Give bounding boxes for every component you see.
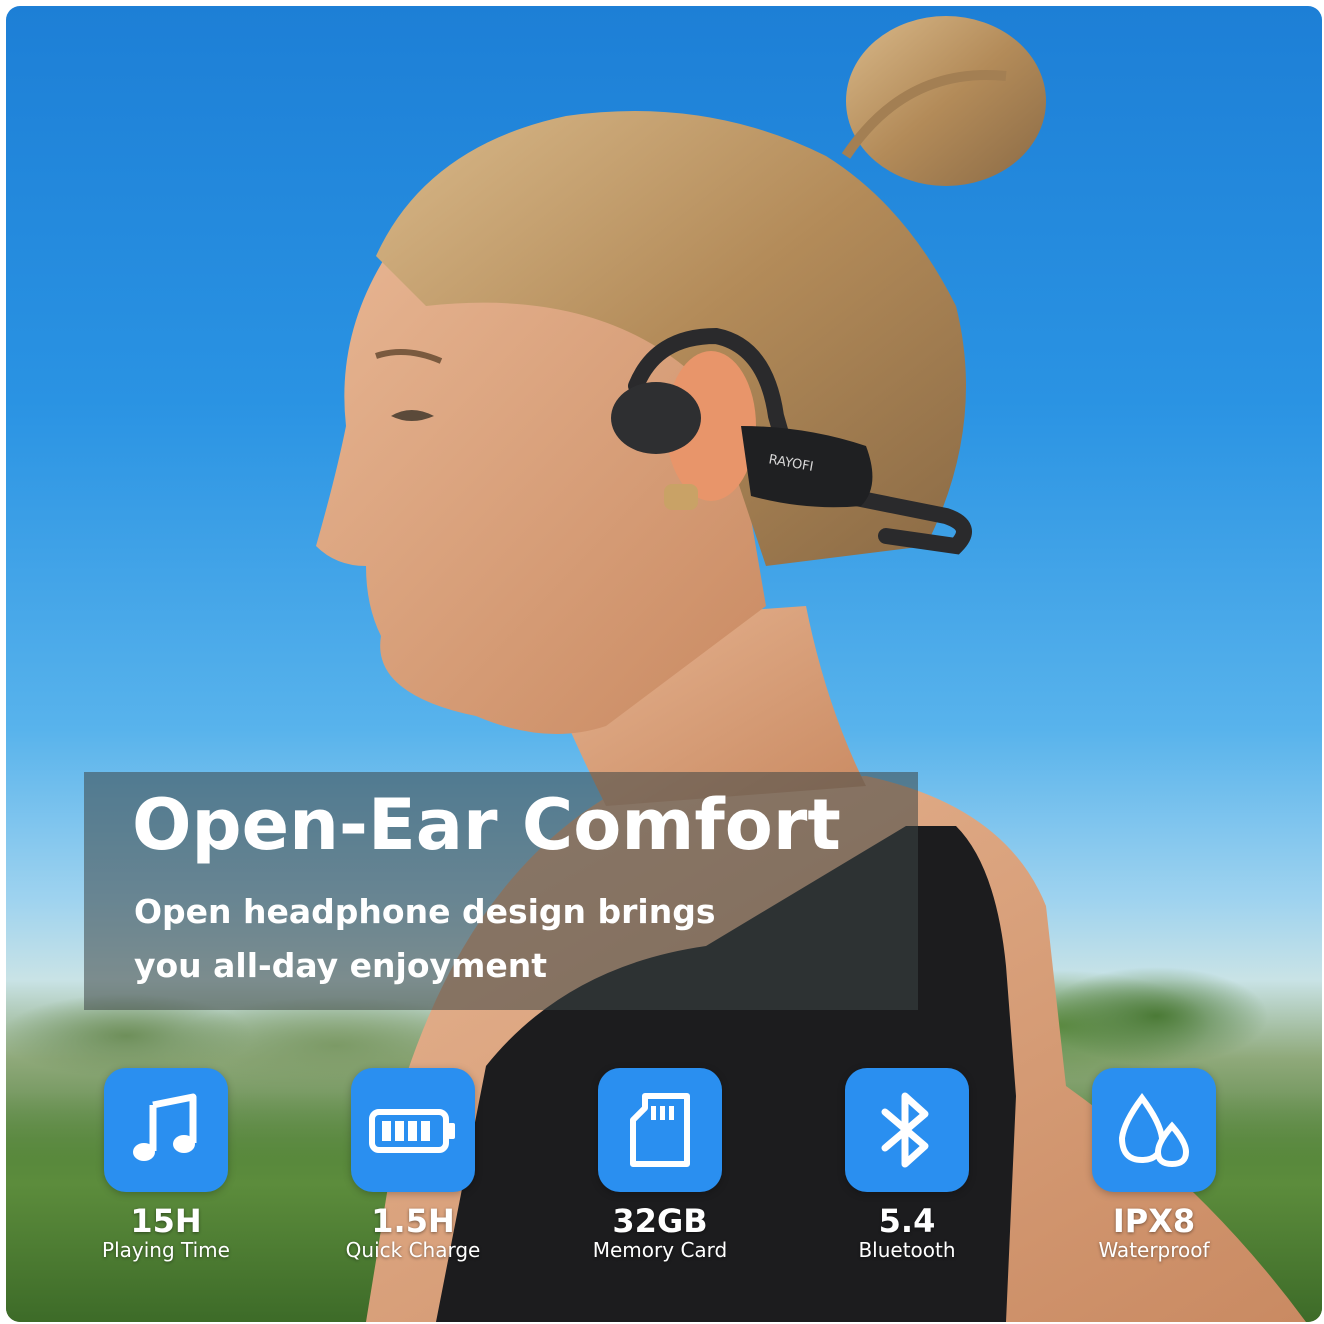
battery-icon: [369, 1109, 455, 1153]
feature-label: Playing Time: [102, 1238, 230, 1262]
feature-waterproof: IPX8 Waterproof: [1034, 1068, 1274, 1262]
feature-quick-charge: 1.5H Quick Charge: [293, 1068, 533, 1262]
product-photo: RAYOFI Open-Ear Comfort Open headphone d…: [6, 6, 1322, 1322]
feature-label: Waterproof: [1098, 1238, 1210, 1262]
feature-label: Memory Card: [592, 1238, 728, 1262]
feature-playing-time: 15H Playing Time: [46, 1068, 286, 1262]
feature-memory-card: 32GB Memory Card: [540, 1068, 780, 1262]
feature-value: 1.5H: [371, 1202, 455, 1240]
feature-tile: [845, 1068, 969, 1192]
memory-card-icon: [630, 1093, 690, 1167]
earring-shape: [664, 484, 698, 510]
bluetooth-icon: [881, 1092, 929, 1168]
water-drops-icon: [1118, 1092, 1190, 1168]
feature-value: 5.4: [878, 1202, 936, 1240]
feature-value: 32GB: [612, 1202, 708, 1240]
headline-subtitle-line-2: you all-day enjoyment: [134, 946, 548, 985]
headline-title: Open-Ear Comfort: [132, 784, 841, 866]
feature-label: Quick Charge: [345, 1238, 481, 1262]
feature-tile: [1092, 1068, 1216, 1192]
hair-bun-shape: [846, 16, 1046, 186]
feature-value: 15H: [130, 1202, 202, 1240]
feature-label: Bluetooth: [858, 1238, 956, 1262]
feature-tile: [104, 1068, 228, 1192]
feature-bluetooth: 5.4 Bluetooth: [787, 1068, 1027, 1262]
music-note-icon: [133, 1093, 197, 1161]
headline-subtitle-line-1: Open headphone design brings: [134, 892, 716, 931]
feature-tile: [598, 1068, 722, 1192]
feature-value: IPX8: [1112, 1202, 1196, 1240]
feature-strip: 15H Playing Time 1.5H Quick Charge 32GB …: [6, 1068, 1322, 1288]
feature-tile: [351, 1068, 475, 1192]
headphone-speaker-shape: [611, 382, 701, 454]
